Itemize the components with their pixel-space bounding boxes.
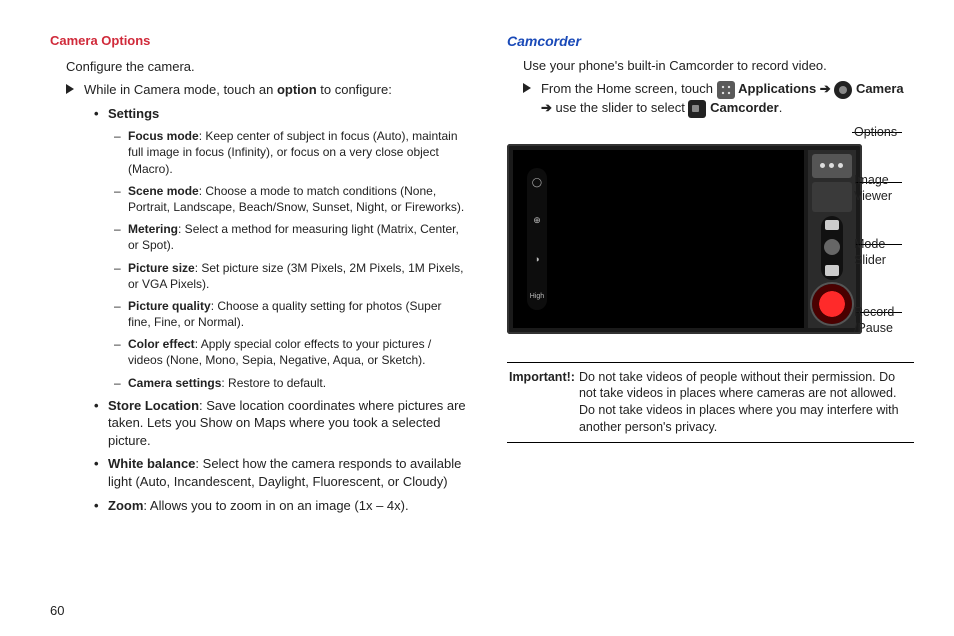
label-record: Record /Pause xyxy=(854,304,914,338)
left-column: Camera Options Configure the camera. Whi… xyxy=(50,32,467,520)
slider-knob[interactable] xyxy=(824,239,840,255)
right-column: Camcorder Use your phone's built-in Camc… xyxy=(507,32,914,520)
zoom-item: Zoom: Allows you to zoom in on an image … xyxy=(94,497,467,515)
white-balance-label: White balance xyxy=(108,456,195,471)
camcorder-step: From the Home screen, touch Applications… xyxy=(523,80,914,117)
zoom-label: Zoom xyxy=(108,498,143,513)
applications-icon xyxy=(717,81,735,99)
camcorder-figure: ◯ ⊕ ◑ High xyxy=(507,128,914,338)
metering-label: Metering xyxy=(128,222,178,236)
color-effect-item: Color effect: Apply special color effect… xyxy=(114,336,467,368)
picture-size-label: Picture size xyxy=(128,261,195,275)
options-button[interactable] xyxy=(812,154,852,178)
step-text-b: use the slider to select xyxy=(555,100,688,115)
camera-settings-label: Camera settings xyxy=(128,376,221,390)
camcorder-icon xyxy=(688,100,706,118)
step-text-a: From the Home screen, touch xyxy=(541,81,717,96)
phone-mockup: ◯ ⊕ ◑ High xyxy=(507,144,862,334)
camcorder-label: Camcorder xyxy=(710,100,779,115)
picture-quality-label: Picture quality xyxy=(128,299,211,313)
strip-icon: High xyxy=(530,292,544,301)
applications-label: Applications xyxy=(738,81,816,96)
right-rail xyxy=(808,150,856,328)
arrow-2: ➔ xyxy=(541,100,556,115)
camera-mode-icon xyxy=(825,265,839,276)
video-mode-icon xyxy=(825,220,839,230)
step-bold: option xyxy=(277,82,317,97)
store-location-label: Store Location xyxy=(108,398,199,413)
image-viewer-thumb[interactable] xyxy=(812,182,852,212)
label-slider: Mode Slider xyxy=(854,236,914,270)
scene-mode-label: Scene mode xyxy=(128,184,199,198)
left-icon-strip: ◯ ⊕ ◑ High xyxy=(527,168,547,310)
important-label: Important!: xyxy=(509,369,579,437)
scene-mode-item: Scene mode: Choose a mode to match condi… xyxy=(114,183,467,215)
period: . xyxy=(779,100,783,115)
page-number: 60 xyxy=(50,602,64,620)
important-note: Important!: Do not take videos of people… xyxy=(507,362,914,444)
label-viewer: Image Viewer xyxy=(854,172,914,206)
settings-bullet: Settings xyxy=(94,105,467,123)
strip-icon: ⊕ xyxy=(533,214,541,226)
important-text: Do not take videos of people without the… xyxy=(579,369,912,437)
picture-size-item: Picture size: Set picture size (3M Pixel… xyxy=(114,260,467,292)
white-balance-item: White balance: Select how the camera res… xyxy=(94,455,467,490)
page: Camera Options Configure the camera. Whi… xyxy=(0,0,954,520)
camera-options-heading: Camera Options xyxy=(50,32,467,50)
camera-label: Camera xyxy=(856,81,904,96)
mode-slider[interactable] xyxy=(821,216,843,280)
focus-mode-item: Focus mode: Keep center of subject in fo… xyxy=(114,128,467,177)
strip-icon: ◑ xyxy=(534,253,539,265)
camcorder-intro: Use your phone's built-in Camcorder to r… xyxy=(523,57,914,75)
step-suffix: to configure: xyxy=(317,82,392,97)
viewport: ◯ ⊕ ◑ High xyxy=(513,150,804,328)
strip-icon: ◯ xyxy=(532,176,542,188)
metering-item: Metering: Select a method for measuring … xyxy=(114,221,467,253)
color-effect-label: Color effect xyxy=(128,337,195,351)
camera-settings-item: Camera settings: Restore to default. xyxy=(114,375,467,391)
store-location-item: Store Location: Save location coordinate… xyxy=(94,397,467,450)
focus-mode-label: Focus mode xyxy=(128,129,199,143)
zoom-desc: : Allows you to zoom in on an image (1x … xyxy=(143,498,408,513)
arrow-1: ➔ xyxy=(816,81,834,96)
picture-quality-item: Picture quality: Choose a quality settin… xyxy=(114,298,467,330)
label-options: Options xyxy=(854,124,897,141)
step-line: While in Camera mode, touch an option to… xyxy=(66,81,467,99)
intro-text: Configure the camera. xyxy=(66,58,467,76)
metering-desc: : Select a method for measuring light (M… xyxy=(128,222,459,252)
step-prefix: While in Camera mode, touch an xyxy=(84,82,277,97)
camcorder-heading: Camcorder xyxy=(507,32,914,51)
camera-settings-desc: : Restore to default. xyxy=(221,376,326,390)
record-button[interactable] xyxy=(812,284,852,324)
camera-icon xyxy=(834,81,852,99)
